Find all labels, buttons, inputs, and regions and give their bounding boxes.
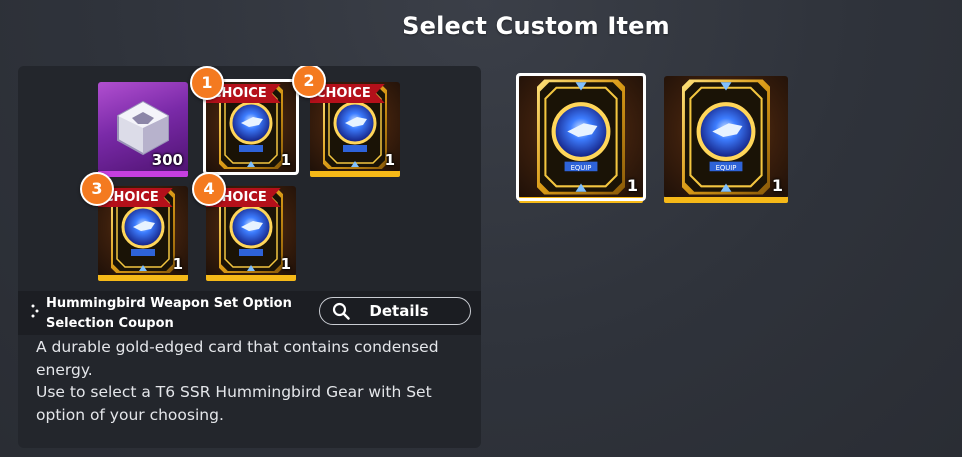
- rarity-bar: [206, 275, 296, 281]
- item-name-line-2: Selection Coupon: [46, 316, 174, 331]
- item-quantity: 1: [771, 176, 783, 195]
- coupon-image: EQUIP: [519, 76, 643, 198]
- rarity-bar: [664, 197, 788, 203]
- reward-item-choice-4[interactable]: CHOICE 1 4: [192, 172, 296, 281]
- page-title: Select Custom Item: [402, 12, 670, 40]
- item-type-icon: [31, 304, 39, 318]
- equip-label: EQUIP: [716, 164, 737, 172]
- rarity-bar: [519, 197, 643, 203]
- custom-item-option-1[interactable]: EQUIP 1: [516, 73, 646, 203]
- number-badge: 3: [80, 172, 114, 206]
- item-quantity: 300: [151, 151, 183, 169]
- search-icon: [332, 302, 350, 320]
- item-info-bar: Hummingbird Weapon Set Option Selection …: [18, 291, 481, 335]
- reward-item-gem-box[interactable]: 300: [98, 82, 188, 177]
- rarity-bar: [98, 275, 188, 281]
- rarity-bar: [98, 171, 188, 177]
- description-line: energy.: [36, 360, 93, 379]
- description-line: A durable gold-edged card that contains …: [36, 338, 439, 356]
- description-line: Use to select a T6 SSR Hummingbird Gear …: [36, 383, 432, 401]
- item-quantity: 1: [384, 151, 395, 169]
- equip-label: EQUIP: [571, 164, 592, 172]
- details-label: Details: [369, 302, 429, 320]
- item-quantity: 1: [280, 255, 291, 273]
- item-name: Hummingbird Weapon Set Option Selection …: [46, 294, 316, 334]
- reward-item-choice-2[interactable]: CHOICE 1 2: [292, 66, 400, 177]
- coupon-image: EQUIP: [664, 76, 788, 198]
- item-description: A durable gold-edged card that contains …: [36, 336, 476, 426]
- reward-detail-panel: 300 CHOICE 1 1 CHOICE 1 2 CHOICE 1 3 CHO…: [18, 66, 481, 448]
- number-badge: 1: [190, 66, 224, 100]
- number-badge: 4: [192, 172, 226, 206]
- rarity-bar: [310, 171, 400, 177]
- custom-item-option-2[interactable]: EQUIP 1: [664, 76, 788, 203]
- reward-item-choice-3[interactable]: CHOICE 1 3: [80, 172, 188, 281]
- reward-item-choice-1[interactable]: CHOICE 1 1: [190, 66, 299, 175]
- description-line: option of your choosing.: [36, 405, 224, 424]
- item-quantity: 1: [172, 255, 183, 273]
- item-name-line-1: Hummingbird Weapon Set Option: [46, 296, 292, 311]
- item-quantity: 1: [280, 151, 291, 169]
- item-quantity: 1: [626, 176, 638, 195]
- details-button[interactable]: Details: [319, 297, 471, 325]
